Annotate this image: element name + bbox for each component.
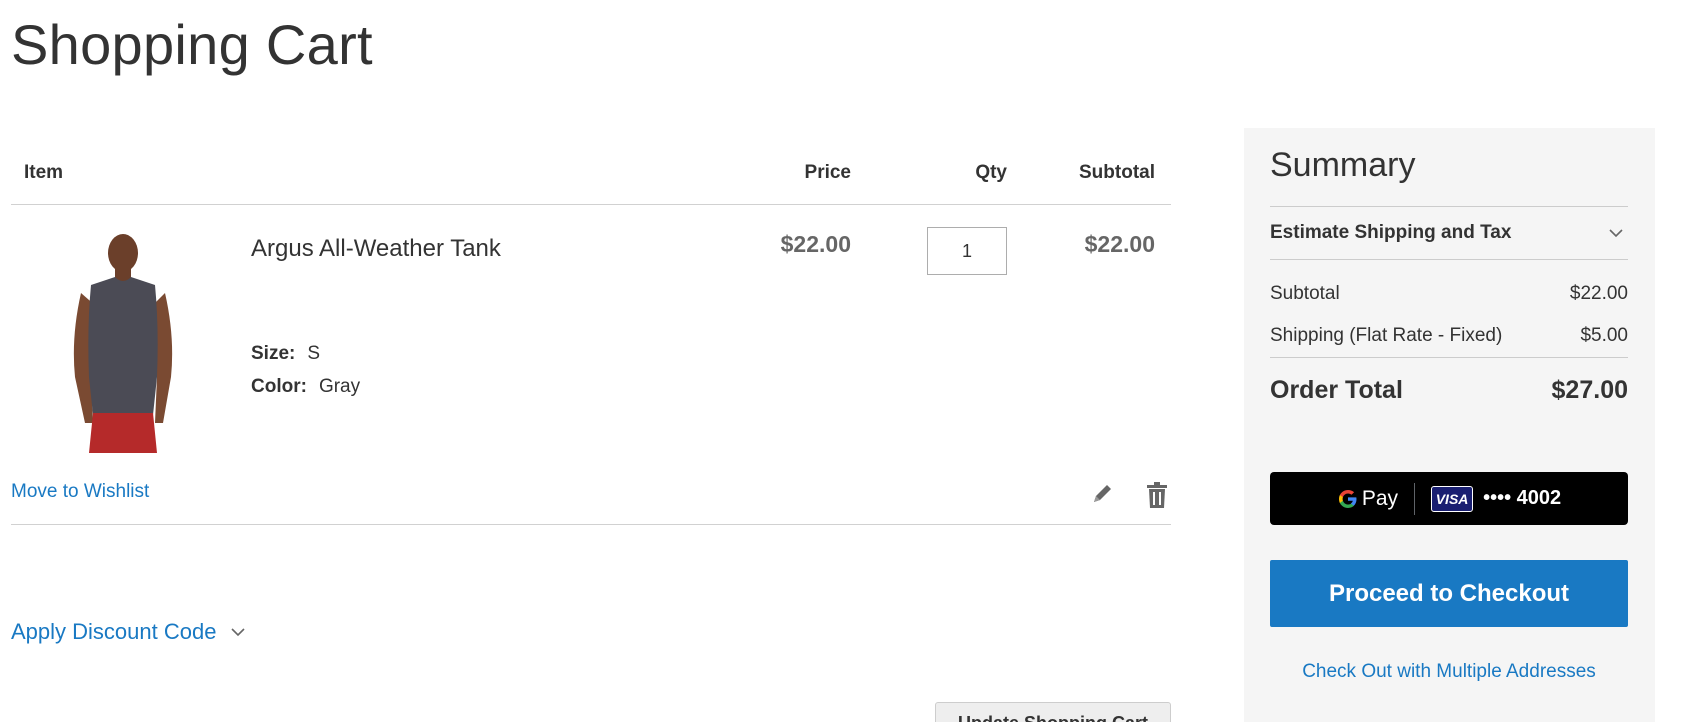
checkout-multiple-addresses-link[interactable]: Check Out with Multiple Addresses: [1270, 661, 1628, 683]
chevron-down-icon: [231, 628, 246, 637]
estimate-shipping-toggle[interactable]: Estimate Shipping and Tax: [1270, 206, 1628, 260]
update-shopping-cart-button[interactable]: Update Shopping Cart: [935, 702, 1171, 722]
product-image[interactable]: [33, 227, 211, 453]
product-option-size: Size: S: [251, 343, 320, 365]
column-header-qty: Qty: [975, 162, 1007, 183]
gpay-card-number: •••• 4002: [1483, 487, 1562, 509]
option-label: Color:: [251, 376, 307, 397]
item-price: $22.00: [780, 231, 851, 257]
option-label: Size:: [251, 343, 296, 364]
cart-table-header: Item Price Qty Subtotal: [11, 150, 1171, 205]
product-option-color: Color: Gray: [251, 376, 360, 398]
product-name[interactable]: Argus All-Weather Tank: [251, 235, 501, 263]
order-summary: Summary Estimate Shipping and Tax Subtot…: [1244, 128, 1655, 722]
option-value: Gray: [318, 376, 361, 397]
pencil-icon[interactable]: [1089, 481, 1115, 507]
google-pay-button[interactable]: Pay VISA •••• 4002: [1270, 472, 1628, 525]
summary-subtotal-label: Subtotal: [1270, 283, 1340, 304]
move-to-wishlist-link[interactable]: Move to Wishlist: [11, 481, 149, 503]
estimate-shipping-label: Estimate Shipping and Tax: [1270, 222, 1512, 243]
apply-discount-code-label: Apply Discount Code: [11, 619, 217, 644]
order-total-row: Order Total $27.00: [1270, 376, 1628, 405]
summary-shipping-value: $5.00: [1580, 325, 1628, 346]
column-header-subtotal: Subtotal: [1079, 162, 1155, 183]
column-header-item: Item: [24, 162, 64, 183]
summary-subtotal-value: $22.00: [1569, 283, 1628, 304]
chevron-down-icon: [1609, 229, 1623, 238]
column-header-price: Price: [804, 162, 851, 183]
proceed-to-checkout-button[interactable]: Proceed to Checkout: [1270, 560, 1628, 627]
qty-input[interactable]: 1: [927, 227, 1007, 275]
order-total-value: $27.00: [1551, 376, 1628, 404]
option-value: S: [307, 343, 321, 364]
gpay-separator: [1414, 482, 1416, 515]
order-total-label: Order Total: [1270, 376, 1403, 404]
trash-icon[interactable]: [1145, 481, 1169, 509]
page-title: Shopping Cart: [11, 13, 373, 76]
cart-item-row: Argus All-Weather Tank Size: S Color: Gray…: [11, 205, 1171, 525]
summary-shipping-row: Shipping (Flat Rate - Fixed) $5.00: [1270, 325, 1628, 347]
item-subtotal: $22.00: [1084, 231, 1155, 257]
visa-card-icon: VISA: [1431, 485, 1474, 512]
apply-discount-code-toggle[interactable]: Apply Discount Code: [11, 619, 246, 645]
summary-subtotal-row: Subtotal $22.00: [1270, 283, 1628, 305]
summary-title: Summary: [1270, 146, 1416, 184]
google-g-icon: [1338, 489, 1357, 508]
product-image-graphic: [33, 227, 211, 453]
gpay-pay-label: Pay: [1361, 486, 1399, 510]
cart-table: Item Price Qty Subtotal Argus All-Weathe…: [11, 150, 1171, 722]
summary-divider: [1270, 357, 1628, 358]
summary-shipping-label: Shipping (Flat Rate - Fixed): [1270, 325, 1503, 346]
